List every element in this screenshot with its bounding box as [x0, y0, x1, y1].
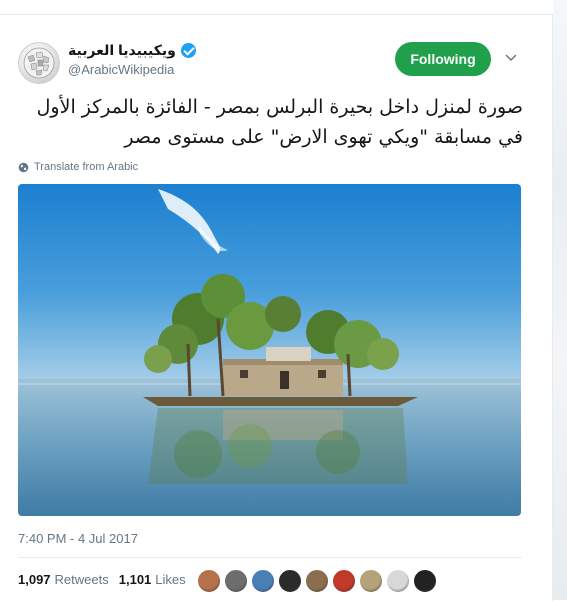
liker-avatar[interactable] [359, 569, 383, 593]
translate-link[interactable]: Translate from Arabic [18, 160, 138, 174]
background-strip [553, 0, 567, 600]
verified-badge-icon [180, 42, 196, 58]
globe-icon [18, 162, 29, 172]
translate-label[interactable]: Translate from Arabic [34, 161, 138, 173]
display-name[interactable]: ويكيبيديا العربية [68, 42, 176, 59]
liker-avatar[interactable] [197, 569, 221, 593]
house-on-island-photo[interactable] [18, 184, 521, 516]
tweet-text: صورة لمنزل داخل بحيرة البرلس بمصر - الفا… [36, 96, 523, 148]
retweets-count: 1,097 [18, 571, 51, 587]
tweet-stats: 1,097 Retweets 1,101 Likes [18, 566, 196, 592]
retweets-stat[interactable]: 1,097 Retweets [18, 572, 109, 587]
likes-label: Likes [155, 571, 186, 587]
liker-avatar[interactable] [332, 569, 356, 593]
likes-stat[interactable]: 1,101 Likes [119, 572, 186, 587]
retweets-label: Retweets [54, 571, 109, 587]
liker-avatars [197, 569, 437, 593]
liker-avatar[interactable] [224, 569, 248, 593]
tweet-timestamp[interactable]: 7:40 PM - 4 Jul 2017 [18, 531, 138, 546]
wikipedia-globe-icon[interactable] [18, 42, 60, 84]
liker-avatar[interactable] [305, 569, 329, 593]
account-handle[interactable]: @ArabicWikipedia [68, 62, 174, 77]
liker-avatar[interactable] [413, 569, 437, 593]
following-button[interactable]: Following [395, 42, 491, 76]
liker-avatar[interactable] [278, 569, 302, 593]
chevron-down-icon[interactable] [505, 52, 517, 64]
divider [18, 557, 522, 558]
liker-avatar[interactable] [386, 569, 410, 593]
account-name-row[interactable]: ويكيبيديا العربية [68, 41, 196, 59]
likes-count: 1,101 [118, 571, 152, 587]
liker-avatar[interactable] [251, 569, 275, 593]
